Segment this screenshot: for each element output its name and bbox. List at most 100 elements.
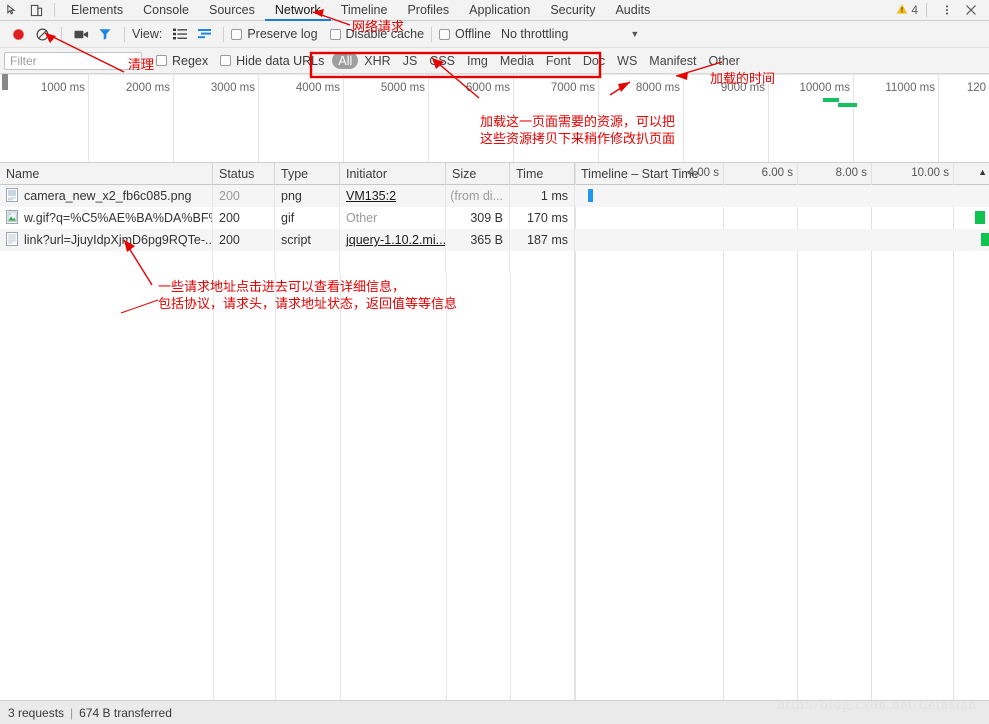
record-circle-icon[interactable] (6, 24, 30, 44)
transferred-size-label: 674 B transferred (79, 705, 172, 720)
type-filter-all[interactable]: All (332, 52, 359, 69)
cell-status: 200 (213, 207, 275, 229)
regex-checkbox[interactable]: Regex (156, 54, 208, 68)
cell-time: 187 ms (510, 229, 575, 251)
cell-status: 200 (213, 185, 275, 207)
tab-label: Elements (71, 3, 124, 17)
overview-request-bar (838, 103, 857, 107)
tab-elements[interactable]: Elements (61, 0, 133, 21)
table-empty-area (0, 273, 575, 700)
waterfall-view-icon[interactable] (192, 24, 216, 44)
overview-tick-label: 11000 ms (885, 82, 935, 94)
type-filter-css[interactable]: CSS (423, 52, 461, 69)
filter-placeholder: Filter (10, 53, 37, 68)
request-name-label: w.gif?q=%C5%AE%BA%DA%BF%... (24, 211, 213, 225)
offline-checkbox[interactable]: Offline (439, 27, 491, 41)
tabbar-divider (54, 3, 55, 17)
annotation-load-time: 加载的时间 (710, 71, 776, 86)
overview-request-bar (823, 98, 839, 102)
type-filter-js[interactable]: JS (397, 52, 424, 69)
waterfall-bar (588, 189, 593, 202)
cell-time: 1 ms (510, 185, 575, 207)
tab-sources[interactable]: Sources (199, 0, 265, 21)
overview-tick-label: 120 (966, 82, 986, 94)
type-filter-other[interactable]: Other (703, 52, 746, 69)
type-filter-label: CSS (429, 53, 455, 68)
clear-circle-slash-icon[interactable] (30, 24, 54, 44)
tab-console[interactable]: Console (133, 0, 199, 21)
overview-scrollbar-handle[interactable] (2, 74, 8, 90)
tab-profiles[interactable]: Profiles (397, 0, 459, 21)
waterfall-bar (981, 233, 989, 246)
overview-tick: 1000 ms (41, 74, 89, 162)
close-icon[interactable] (959, 0, 983, 20)
status-divider: | (70, 705, 74, 720)
type-filter-label: Img (467, 53, 488, 68)
column-header-size[interactable]: Size (446, 162, 510, 185)
image-file-icon (6, 187, 18, 205)
cell-type: png (275, 185, 340, 207)
overview-tick: 11000 ms (885, 74, 939, 162)
kebab-menu-icon[interactable] (935, 0, 959, 20)
cell-name: link?url=JjuyIdpXjmD6pg9RQTe-... (0, 229, 213, 251)
tab-application[interactable]: Application (459, 0, 540, 21)
table-row[interactable]: link?url=JjuyIdpXjmD6pg9RQTe-... 200 scr… (0, 229, 989, 251)
cell-waterfall (575, 185, 989, 207)
tab-label: Timeline (340, 3, 388, 17)
type-filter-label: Manifest (649, 53, 697, 68)
type-filter-doc[interactable]: Doc (577, 52, 611, 69)
list-view-icon[interactable] (168, 24, 192, 44)
overview-tick: 5000 ms (381, 74, 429, 162)
initiator-link[interactable]: jquery-1.10.2.mi... (346, 233, 445, 247)
throttling-value[interactable]: No throttling (501, 27, 568, 41)
chevron-down-icon[interactable]: ▼ (630, 29, 639, 39)
type-filter-media[interactable]: Media (494, 52, 540, 69)
type-filter-label: XHR (364, 53, 391, 68)
type-filter-manifest[interactable]: Manifest (643, 52, 702, 69)
image-thumbnail-icon (6, 209, 18, 227)
column-header-name[interactable]: Name (0, 162, 213, 185)
overview-tick-label: 5000 ms (380, 82, 425, 94)
warning-count-label: 4 (911, 3, 918, 17)
table-row[interactable]: camera_new_x2_fb6c085.png 200 png VM135:… (0, 185, 989, 207)
tab-label: Sources (208, 3, 255, 17)
checkbox-box (439, 28, 451, 40)
tab-audits[interactable]: Audits (605, 0, 660, 21)
funnel-filter-icon[interactable] (93, 24, 117, 44)
overview-tick-label: 8000 ms (635, 82, 680, 94)
devtools-window: Elements Console Sources Network Timelin… (0, 0, 989, 724)
column-label: Size (452, 166, 477, 181)
cell-waterfall (575, 229, 989, 251)
annotation-network-request: 网络请求 (352, 19, 405, 34)
tab-network[interactable]: Network (265, 0, 331, 21)
checkbox-box (329, 28, 341, 40)
column-header-time[interactable]: Time (510, 162, 575, 185)
type-filter-ws[interactable]: WS (611, 52, 643, 69)
device-toolbar-icon[interactable] (24, 0, 48, 20)
tab-label: Application (469, 3, 531, 17)
initiator-link[interactable]: VM135:2 (346, 189, 396, 203)
tab-security[interactable]: Security (540, 0, 605, 21)
request-name-label: link?url=JjuyIdpXjmD6pg9RQTe-... (24, 233, 213, 247)
type-filter-xhr[interactable]: XHR (358, 52, 396, 69)
column-header-type[interactable]: Type (275, 162, 340, 185)
toolbar-divider (926, 3, 927, 17)
type-filter-label: Media (499, 53, 534, 68)
type-filter-font[interactable]: Font (540, 52, 577, 69)
camera-icon[interactable] (69, 24, 93, 44)
column-header-status[interactable]: Status (213, 162, 275, 185)
cell-initiator[interactable]: VM135:2 (340, 185, 446, 207)
type-filter-img[interactable]: Img (461, 52, 494, 69)
warning-indicator[interactable]: 4 (896, 3, 918, 18)
cell-size: 309 B (446, 207, 510, 229)
hide-data-urls-checkbox[interactable]: Hide data URLs (220, 54, 324, 68)
type-value: png (281, 189, 302, 203)
table-row[interactable]: w.gif?q=%C5%AE%BA%DA%BF%... 200 gif Othe… (0, 207, 989, 229)
inspect-element-icon[interactable] (0, 0, 24, 20)
preserve-log-checkbox[interactable]: Preserve log (231, 27, 318, 41)
request-name-label: camera_new_x2_fb6c085.png (24, 189, 192, 203)
column-header-initiator[interactable]: Initiator (340, 162, 446, 185)
script-file-icon (6, 231, 18, 249)
cell-initiator[interactable]: jquery-1.10.2.mi... (340, 229, 446, 251)
search-input[interactable]: Filter (4, 51, 142, 70)
